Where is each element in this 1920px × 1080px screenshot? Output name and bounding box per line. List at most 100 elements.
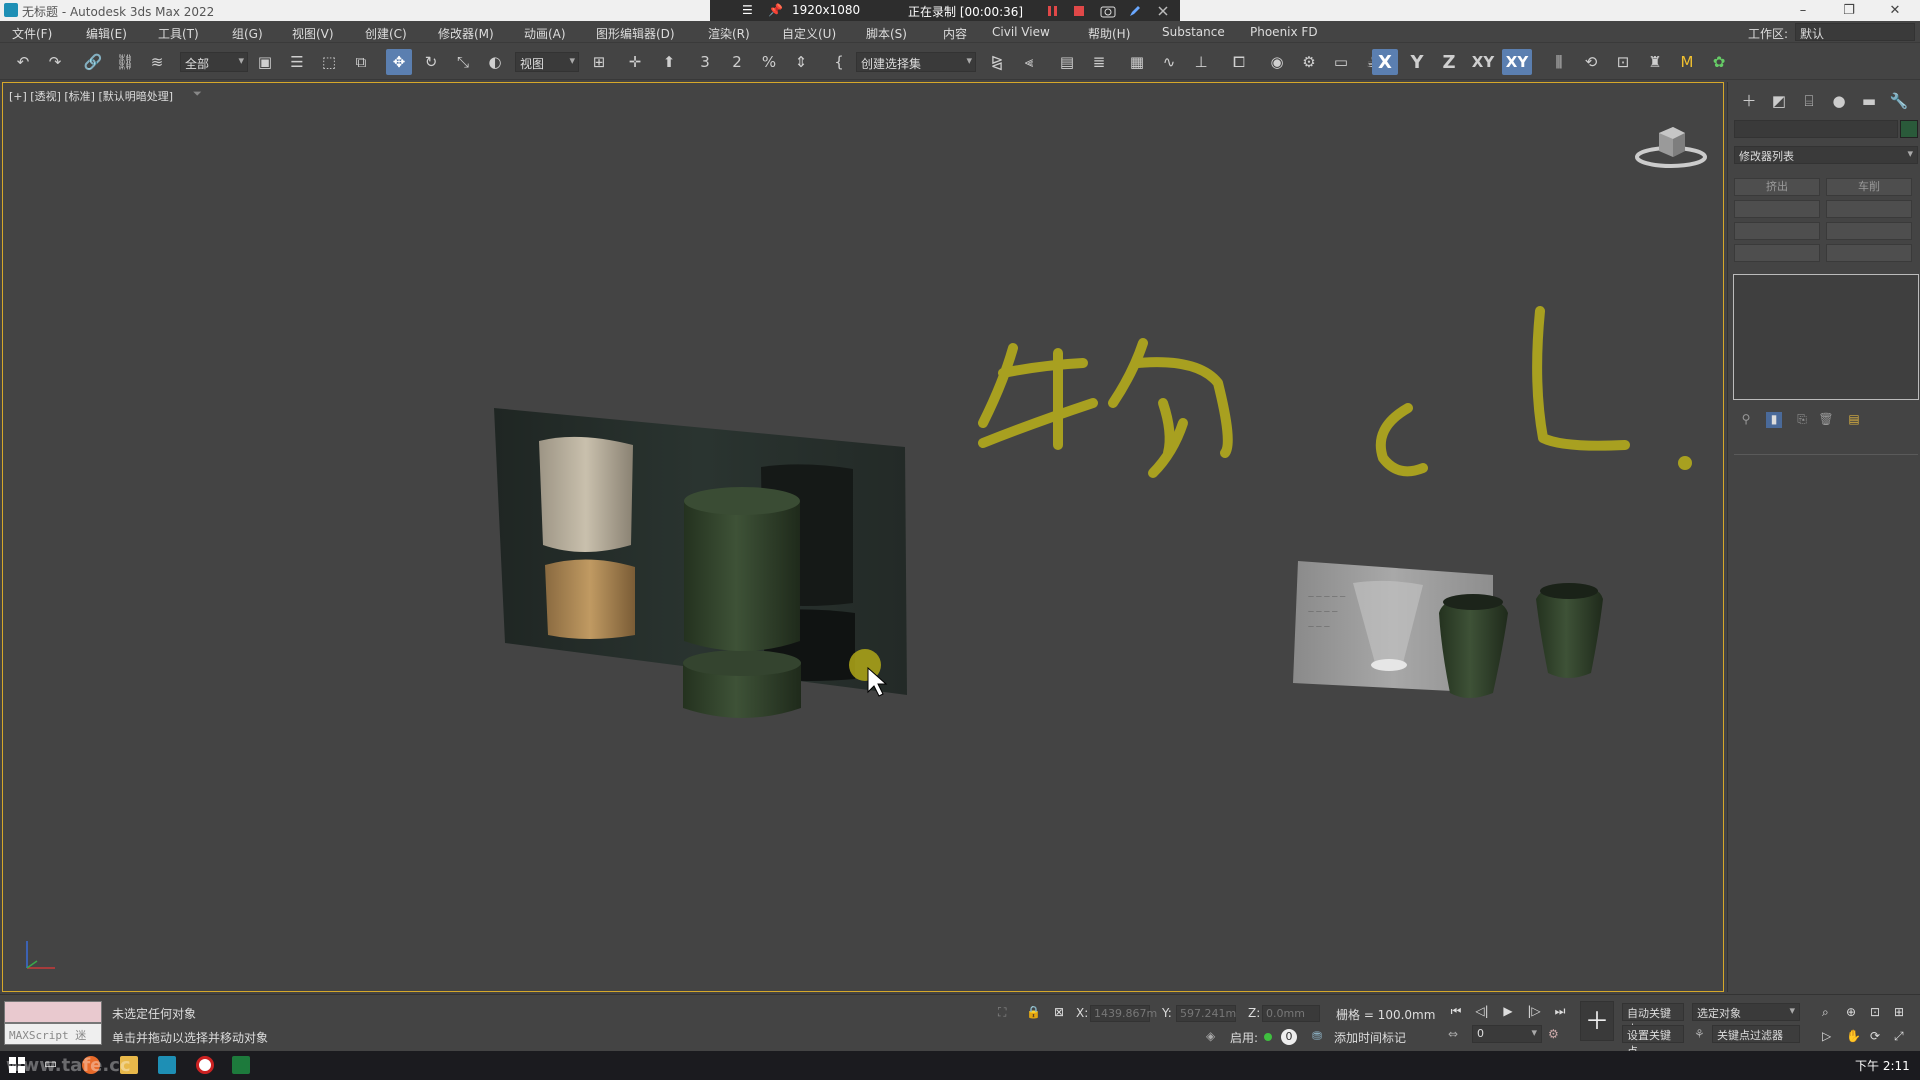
key-filters-icon[interactable]: ⚘: [1694, 1027, 1705, 1041]
scene-explorer-icon[interactable]: ▤: [1054, 49, 1080, 75]
menu-edit[interactable]: 编辑(E): [86, 25, 127, 42]
percent-snap-icon[interactable]: %: [756, 49, 782, 75]
modifier-list-dropdown[interactable]: 修改器列表: [1734, 146, 1918, 164]
zoom-all-icon[interactable]: ⊕: [1846, 1005, 1856, 1019]
select-and-place-icon[interactable]: ◐: [482, 49, 508, 75]
close-button[interactable]: ✕: [1872, 0, 1918, 21]
menu-civil-view[interactable]: Civil View: [992, 25, 1050, 39]
brackets-icon[interactable]: ⫼: [1546, 49, 1572, 75]
menu-content[interactable]: 内容: [943, 25, 967, 42]
axis-y-button[interactable]: Y: [1404, 49, 1430, 75]
add-time-tag[interactable]: 添加时间标记: [1334, 1029, 1406, 1046]
previous-frame-icon[interactable]: ◁|: [1472, 1004, 1492, 1022]
select-object-icon[interactable]: ▣: [252, 49, 278, 75]
menu-substance[interactable]: Substance: [1162, 25, 1225, 39]
menu-help[interactable]: 帮助(H): [1088, 25, 1130, 42]
populate-icon[interactable]: ⟲: [1578, 49, 1604, 75]
lathe-button[interactable]: 车削: [1826, 178, 1912, 196]
object-color-swatch[interactable]: [1900, 120, 1918, 138]
y-coord-field[interactable]: 597.241m: [1176, 1005, 1236, 1022]
show-end-result-icon[interactable]: ▮: [1766, 412, 1782, 428]
axis-z-button[interactable]: Z: [1436, 49, 1462, 75]
set-key-button[interactable]: 设置关键点: [1622, 1025, 1684, 1058]
layer-explorer-icon[interactable]: ≣: [1086, 49, 1112, 75]
select-and-rotate-icon[interactable]: ↻: [418, 49, 444, 75]
set-key-big-button[interactable]: ＋: [1580, 1001, 1614, 1041]
viewcube-icon[interactable]: [1633, 115, 1709, 171]
toggle-ribbon-icon[interactable]: ▦: [1124, 49, 1150, 75]
camera-icon[interactable]: [1100, 4, 1116, 18]
configure-modifier-sets-icon[interactable]: ▤: [1846, 412, 1862, 428]
menu-animation[interactable]: 动画(A): [524, 25, 566, 42]
snaps-toggle-icon[interactable]: 3: [692, 49, 718, 75]
recorder-taskbar-icon[interactable]: [196, 1056, 214, 1074]
go-to-start-icon[interactable]: ⏮: [1446, 1004, 1466, 1022]
keyboard-shortcut-override-icon[interactable]: ⬆: [656, 49, 682, 75]
next-frame-icon[interactable]: |▷: [1524, 1004, 1544, 1022]
modifier-slot-8[interactable]: [1826, 244, 1912, 262]
key-mode-toggle-icon[interactable]: ⇔: [1448, 1027, 1458, 1041]
object-name-field[interactable]: [1734, 120, 1898, 138]
perspective-viewport[interactable]: [+] [透视] [标准] [默认明暗处理] ⏷ — — — — — — — —…: [2, 82, 1724, 992]
bind-spacewarp-icon[interactable]: ≋: [144, 49, 170, 75]
material-editor-icon[interactable]: ◉: [1264, 49, 1290, 75]
menu-tools[interactable]: 工具(T): [158, 25, 199, 42]
render-setup-icon[interactable]: ⚙: [1296, 49, 1322, 75]
curve-editor-icon[interactable]: ∿: [1156, 49, 1182, 75]
modify-tab-icon[interactable]: ◩: [1768, 90, 1790, 112]
orbit-icon[interactable]: ⟳: [1870, 1029, 1880, 1043]
unlink-icon[interactable]: ⛓: [112, 49, 138, 75]
modifier-stack[interactable]: [1733, 274, 1919, 400]
auto-key-button[interactable]: 自动关键点: [1622, 1003, 1684, 1036]
restore-button[interactable]: ❐: [1826, 0, 1872, 21]
reference-coordinate-dropdown[interactable]: 视图: [515, 52, 579, 72]
window-crossing-icon[interactable]: ⧉: [348, 49, 374, 75]
named-selection-dropdown[interactable]: 创建选择集: [856, 52, 976, 72]
plugin-gear-icon[interactable]: ✿: [1706, 49, 1732, 75]
menu-file[interactable]: 文件(F): [12, 25, 52, 42]
extrude-button[interactable]: 挤出: [1734, 178, 1820, 196]
axis-xy-button[interactable]: XY: [1468, 49, 1498, 75]
scene-canvas[interactable]: — — — — — — — — — — — — 物: [3, 83, 1724, 992]
field-of-view-icon[interactable]: ▷: [1822, 1029, 1831, 1043]
maximize-viewport-icon[interactable]: ⤢: [1894, 1029, 1904, 1044]
close-recorder-icon[interactable]: [1156, 4, 1170, 18]
pin-icon[interactable]: 📌: [768, 3, 783, 17]
angle-snap-icon[interactable]: 2: [724, 49, 750, 75]
maxscript-listener[interactable]: MAXScript 迷: [4, 1001, 102, 1045]
character-icon[interactable]: ♜: [1642, 49, 1668, 75]
rectangular-selection-icon[interactable]: ⬚: [316, 49, 342, 75]
minimize-button[interactable]: –: [1780, 0, 1826, 21]
adaptive-degradation-icon[interactable]: ◈: [1206, 1029, 1215, 1043]
key-target-dropdown[interactable]: 选定对象: [1692, 1003, 1800, 1021]
stop-icon[interactable]: [1072, 4, 1086, 18]
time-tag-icon[interactable]: ⛃: [1312, 1029, 1322, 1043]
menu-graph-editors[interactable]: 图形编辑器(D): [596, 25, 675, 42]
time-config-icon[interactable]: ⚙: [1548, 1027, 1559, 1041]
edit-named-selection-icon[interactable]: {: [826, 49, 852, 75]
menu-modifiers[interactable]: 修改器(M): [438, 25, 494, 42]
pin-stack-icon[interactable]: ⚲: [1738, 412, 1754, 428]
3dsmax-taskbar-icon[interactable]: [158, 1056, 176, 1074]
axis-x-button[interactable]: X: [1372, 49, 1398, 75]
maxscript-output[interactable]: [4, 1001, 102, 1023]
selection-filter-dropdown[interactable]: 全部: [180, 52, 248, 72]
menu-scripting[interactable]: 脚本(S): [866, 25, 907, 42]
isolate-selection-icon[interactable]: ⛶: [998, 1005, 1006, 1020]
make-unique-icon[interactable]: ⎘: [1794, 412, 1810, 428]
menu-customize[interactable]: 自定义(U): [782, 25, 836, 42]
mirror-m-icon[interactable]: M: [1674, 49, 1700, 75]
motion-tab-icon[interactable]: ●: [1828, 90, 1850, 112]
pen-icon[interactable]: [1128, 4, 1142, 18]
pivot-center-icon[interactable]: ⊞: [586, 49, 612, 75]
undo-icon[interactable]: ↶: [10, 49, 36, 75]
rendered-frame-window-icon[interactable]: ▭: [1328, 49, 1354, 75]
key-filters-button[interactable]: 关键点过滤器: [1712, 1025, 1800, 1043]
pan-view-icon[interactable]: ✋: [1846, 1029, 1861, 1043]
modifier-slot-5[interactable]: [1734, 222, 1820, 240]
schematic-view-icon[interactable]: ⧠: [1226, 49, 1252, 75]
menu-rendering[interactable]: 渲染(R): [708, 25, 750, 42]
maxscript-input[interactable]: MAXScript 迷: [4, 1023, 102, 1045]
select-by-name-icon[interactable]: ☰: [284, 49, 310, 75]
select-and-scale-icon[interactable]: ⤡: [450, 49, 476, 75]
